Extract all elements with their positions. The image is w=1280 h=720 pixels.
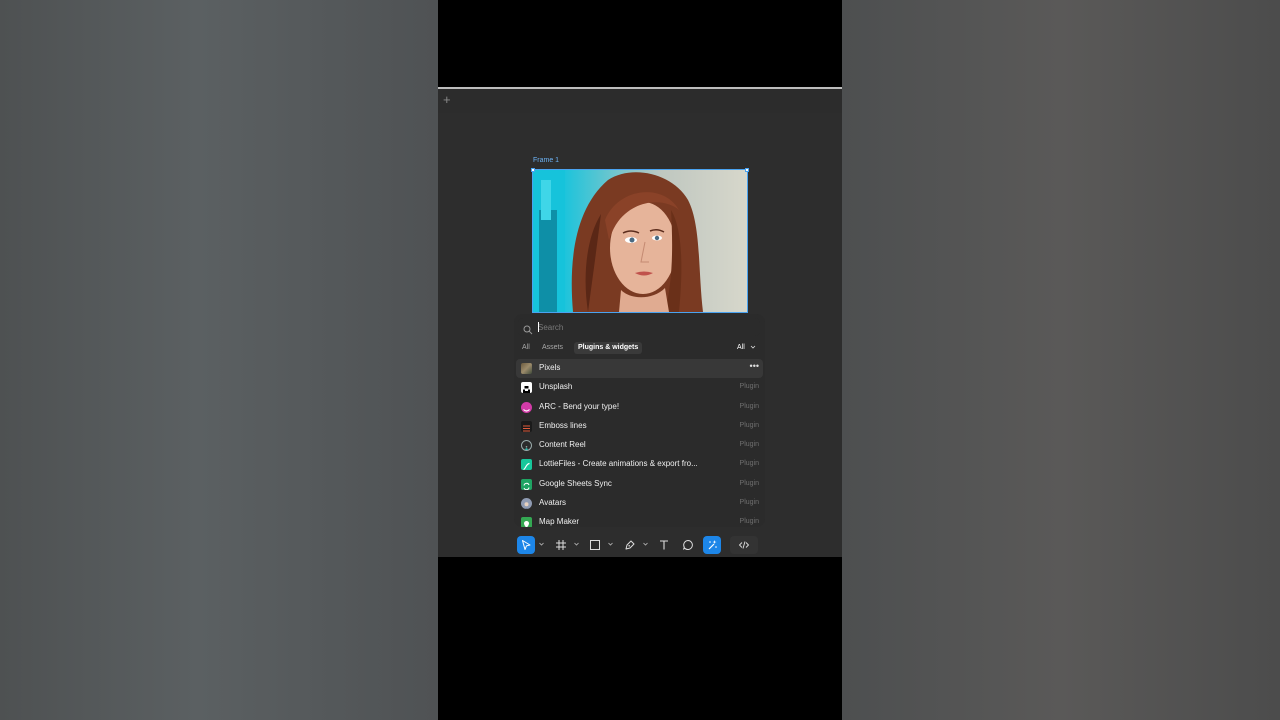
list-item[interactable]: Avatars Plugin [516, 494, 763, 513]
video-blur-left [0, 0, 438, 720]
more-options-icon[interactable]: ••• [750, 361, 759, 371]
video-blur-right [842, 0, 1280, 720]
item-type: Plugin [739, 499, 759, 507]
search-bar [518, 318, 760, 336]
list-item[interactable]: LottieFiles - Create animations & export… [516, 455, 763, 474]
text-caret [538, 322, 539, 332]
map-maker-icon [521, 517, 532, 527]
unsplash-icon [521, 382, 532, 394]
item-name: Google Sheets Sync [539, 478, 612, 488]
item-type: Plugin [739, 518, 759, 526]
portrait-image [533, 170, 703, 312]
list-item[interactable]: Emboss lines Plugin [516, 417, 763, 436]
plugin-list: Pixels ••• Unsplash Plugin ARC - Bend yo… [516, 359, 763, 527]
emboss-lines-icon [521, 420, 532, 432]
list-item[interactable]: Pixels ••• [516, 359, 763, 379]
google-sheets-sync-icon [521, 478, 532, 490]
item-name: Unsplash [539, 382, 573, 392]
arc-icon [521, 401, 532, 413]
chevron-down-icon [750, 345, 756, 349]
item-name: Content Reel [539, 440, 586, 450]
content-reel-icon [521, 440, 532, 452]
avatars-icon [521, 498, 532, 510]
list-item[interactable]: ARC - Bend your type! Plugin [516, 398, 763, 417]
list-item[interactable]: Google Sheets Sync Plugin [516, 475, 763, 494]
tab-plugins-widgets[interactable]: Plugins & widgets [574, 342, 643, 354]
app-viewport: + Frame 1 Search All Assets Plugins & wi… [438, 0, 842, 720]
item-type: Plugin [739, 421, 759, 429]
tab-all[interactable]: All [518, 342, 534, 354]
text-tool-icon[interactable] [655, 536, 673, 554]
resize-handle-top-left[interactable] [531, 168, 535, 172]
resize-handle-top-right[interactable] [745, 168, 749, 172]
list-item[interactable]: Unsplash Plugin [516, 378, 763, 397]
search-input[interactable] [538, 320, 748, 334]
frame-label[interactable]: Frame 1 [533, 157, 559, 164]
frame-tool-icon[interactable] [552, 536, 570, 554]
rectangle-tool-icon[interactable] [586, 536, 604, 554]
tab-assets[interactable]: Assets [538, 342, 567, 354]
pen-tool-chevron-icon[interactable] [643, 542, 648, 546]
item-type: Plugin [739, 441, 759, 449]
top-bar: + [438, 87, 842, 113]
item-type: Plugin [739, 383, 759, 391]
filter-dropdown[interactable]: All [734, 342, 759, 354]
move-tool-icon[interactable] [517, 536, 535, 554]
item-name: LottieFiles - Create animations & export… [539, 459, 698, 469]
dev-mode-icon[interactable] [730, 536, 758, 554]
lottiefiles-icon [521, 459, 532, 471]
comment-tool-icon[interactable] [679, 536, 697, 554]
frame-tool-chevron-icon[interactable] [574, 542, 579, 546]
search-icon [523, 322, 533, 340]
filter-label: All [737, 344, 745, 351]
frame-1[interactable] [532, 169, 748, 313]
item-name: Pixels [539, 363, 561, 372]
add-page-button[interactable]: + [443, 92, 451, 107]
design-canvas[interactable]: Frame 1 Search All Assets Plugins & widg… [438, 113, 842, 557]
item-name: Avatars [539, 498, 566, 508]
item-name: ARC - Bend your type! [539, 401, 620, 411]
item-type: Plugin [739, 402, 759, 410]
actions-tool-icon[interactable] [703, 536, 721, 554]
list-item[interactable]: Map Maker Plugin [516, 513, 763, 527]
rectangle-tool-chevron-icon[interactable] [608, 542, 613, 546]
item-type: Plugin [739, 479, 759, 487]
item-name: Emboss lines [539, 420, 587, 430]
item-name: Map Maker [539, 517, 580, 527]
pixels-icon [521, 363, 532, 374]
move-tool-chevron-icon[interactable] [539, 542, 544, 546]
bottom-toolbar [514, 534, 765, 556]
pen-tool-icon[interactable] [621, 536, 639, 554]
actions-panel: All Assets Plugins & widgets All Pixels … [514, 314, 765, 527]
video-letterbox-bottom [438, 557, 842, 720]
item-type: Plugin [739, 460, 759, 468]
list-item[interactable]: Content Reel Plugin [516, 436, 763, 455]
